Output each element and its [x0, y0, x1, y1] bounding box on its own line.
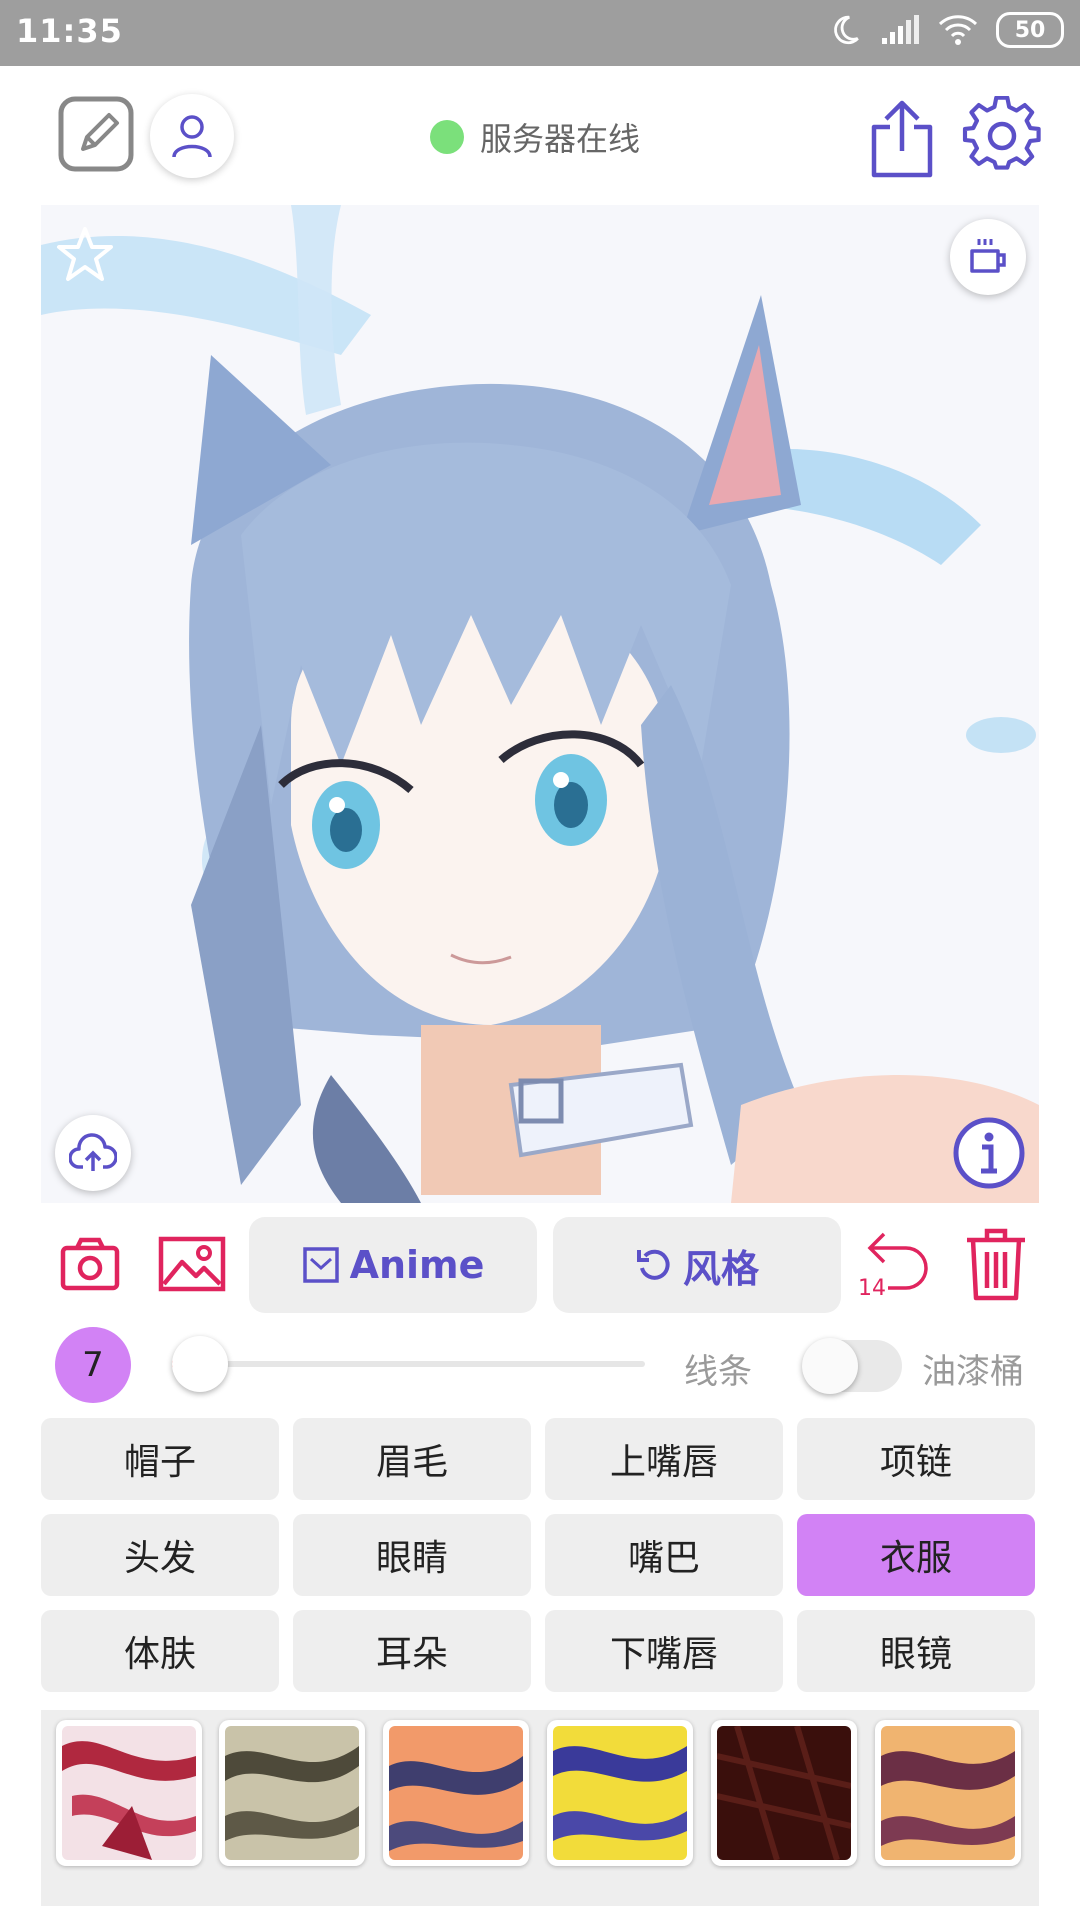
upload-button[interactable]	[55, 1115, 131, 1191]
status-icons: 50	[828, 12, 1064, 48]
part-mouth[interactable]: 嘴巴	[545, 1514, 783, 1596]
generated-anime-image	[41, 205, 1039, 1203]
texture-swatch[interactable]	[383, 1720, 529, 1866]
edit-button[interactable]	[56, 94, 136, 174]
wifi-icon	[938, 15, 978, 45]
drawing-canvas[interactable]	[41, 205, 1039, 1203]
texture-swatch[interactable]	[711, 1720, 857, 1866]
brush-size-slider-thumb[interactable]	[172, 1336, 228, 1392]
gallery-button[interactable]	[156, 1230, 228, 1298]
user-icon	[172, 115, 212, 158]
part-clothes[interactable]: 衣服	[797, 1514, 1035, 1596]
texture-pattern	[553, 1726, 687, 1860]
image-icon	[158, 1236, 226, 1292]
undo-button[interactable]: 14	[856, 1224, 936, 1304]
part-eyebrows[interactable]: 眉毛	[293, 1418, 531, 1500]
battery-level: 50	[1014, 17, 1046, 43]
bucket-label: 油漆桶	[922, 1352, 1024, 1392]
undo-count: 14	[858, 1276, 886, 1301]
part-hair[interactable]: 头发	[41, 1514, 279, 1596]
part-skin[interactable]: 体肤	[41, 1610, 279, 1692]
delete-button[interactable]	[958, 1224, 1034, 1304]
online-indicator	[430, 120, 464, 154]
settings-button[interactable]	[960, 94, 1044, 178]
checkbox-icon	[302, 1247, 339, 1283]
favorite-button[interactable]	[55, 225, 115, 285]
part-ears[interactable]: 耳朵	[293, 1610, 531, 1692]
battery-icon: 50	[996, 12, 1064, 48]
texture-pattern	[225, 1726, 359, 1860]
style-button[interactable]: 风格	[553, 1217, 841, 1313]
style-label: 风格	[682, 1246, 759, 1291]
anime-button[interactable]: Anime	[249, 1217, 537, 1313]
info-button[interactable]	[951, 1115, 1027, 1191]
status-bar: 11:35 50	[0, 0, 1080, 66]
coffee-icon	[970, 239, 1006, 273]
part-eyes[interactable]: 眼睛	[293, 1514, 531, 1596]
upload-cloud-icon	[69, 1133, 117, 1171]
texture-swatch[interactable]	[875, 1720, 1021, 1866]
part-hat[interactable]: 帽子	[41, 1418, 279, 1500]
texture-pattern	[717, 1726, 851, 1860]
camera-icon	[60, 1237, 120, 1291]
star-icon	[57, 227, 113, 281]
refresh-icon	[636, 1249, 670, 1280]
info-icon	[953, 1117, 1025, 1189]
texture-swatch[interactable]	[56, 1720, 202, 1866]
server-status-label: 服务器在线	[480, 120, 641, 158]
anime-label: Anime	[349, 1243, 485, 1287]
user-button[interactable]	[150, 94, 234, 178]
texture-pattern	[389, 1726, 523, 1860]
bucket-toggle-knob[interactable]	[802, 1338, 858, 1394]
status-time: 11:35	[16, 12, 123, 50]
lines-label: 线条	[684, 1352, 752, 1392]
texture-pattern	[62, 1726, 196, 1860]
texture-swatch[interactable]	[219, 1720, 365, 1866]
camera-button[interactable]	[56, 1230, 124, 1298]
part-necklace[interactable]: 项链	[797, 1418, 1035, 1500]
texture-swatch[interactable]	[547, 1720, 693, 1866]
brush-size-value: 7	[82, 1345, 104, 1385]
part-upper-lip[interactable]: 上嘴唇	[545, 1418, 783, 1500]
part-lower-lip[interactable]: 下嘴唇	[545, 1610, 783, 1692]
signal-icon	[882, 15, 919, 44]
texture-pattern	[881, 1726, 1015, 1860]
brush-size-badge[interactable]: 7	[55, 1327, 131, 1403]
trash-icon	[967, 1228, 1025, 1301]
coffee-button[interactable]	[950, 219, 1026, 295]
edit-icon	[58, 96, 134, 172]
moon-icon	[834, 15, 859, 45]
share-button[interactable]	[862, 94, 942, 182]
part-glasses[interactable]: 眼镜	[797, 1610, 1035, 1692]
brush-size-slider-track[interactable]	[180, 1361, 645, 1367]
settings-icon	[962, 96, 1041, 170]
server-status: 服务器在线	[430, 112, 640, 162]
share-icon	[871, 100, 933, 178]
